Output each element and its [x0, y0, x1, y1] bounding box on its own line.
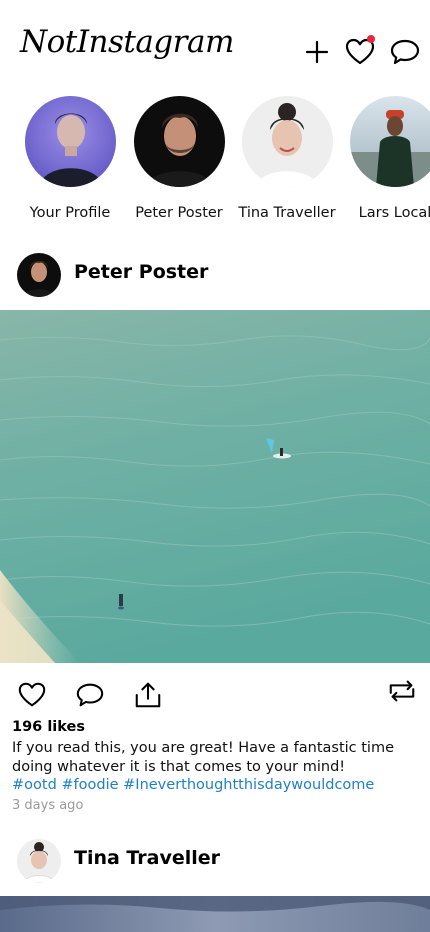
stories-row: Your Profile Peter Poster Tina Traveller… [0, 96, 430, 236]
like-heart-icon[interactable] [17, 680, 47, 710]
avatar [241, 96, 333, 187]
avatar [133, 96, 225, 187]
story-peter-poster[interactable]: Peter Poster [124, 96, 234, 221]
story-tina-traveller[interactable]: Tina Traveller [232, 96, 342, 221]
avatar [349, 96, 430, 187]
story-lars-local[interactable]: Lars Local [340, 96, 430, 221]
post-hashtags[interactable]: #ootd #foodie #Ineverthoughtthisdaywould… [12, 777, 374, 793]
notification-dot [367, 35, 375, 43]
avatar[interactable] [17, 253, 61, 297]
post-image[interactable] [0, 896, 430, 932]
chat-bubble-icon[interactable] [389, 36, 421, 68]
app-logo: NotInstagram [20, 24, 234, 60]
post-author[interactable]: Tina Traveller [74, 847, 220, 869]
avatar[interactable] [17, 839, 61, 883]
story-label: Your Profile [29, 205, 111, 221]
post-header: Peter Poster [0, 247, 430, 303]
heart-icon[interactable] [344, 35, 376, 68]
story-label: Peter Poster [135, 205, 223, 221]
share-icon[interactable] [133, 680, 163, 710]
story-your-profile[interactable]: Your Profile [15, 96, 125, 221]
post-image[interactable] [0, 310, 430, 663]
repost-icon[interactable] [387, 676, 417, 706]
avatar [24, 96, 116, 187]
likes-count: 196 likes [12, 719, 85, 735]
post-header: Tina Traveller [0, 833, 430, 889]
post-timestamp: 3 days ago [12, 798, 84, 813]
comment-icon[interactable] [75, 680, 105, 710]
top-bar: NotInstagram [0, 0, 430, 90]
story-label: Tina Traveller [238, 205, 336, 221]
story-label: Lars Local [358, 205, 430, 221]
post-caption: If you read this, you are great! Have a … [12, 740, 395, 775]
plus-icon[interactable] [301, 36, 333, 68]
post-author[interactable]: Peter Poster [74, 261, 208, 283]
